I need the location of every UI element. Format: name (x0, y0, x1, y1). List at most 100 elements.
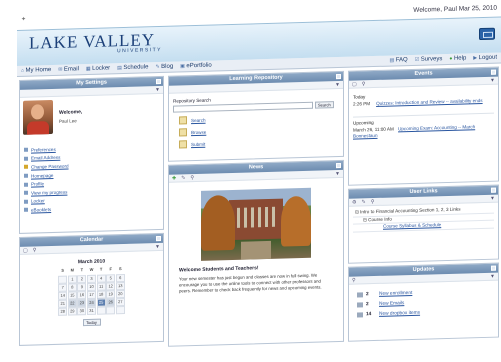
panel-options-icon[interactable] (491, 69, 496, 75)
calendar-date-cell[interactable]: 10 (87, 282, 96, 291)
keyboard-icon[interactable] (479, 27, 495, 41)
nav-item-faq[interactable]: ▤ FAQ (389, 57, 407, 64)
user-name: Paul Lee (59, 118, 77, 124)
calendar-date-cell[interactable]: 22 (67, 299, 77, 308)
calendar-date-cell[interactable]: 6 (115, 274, 125, 282)
nav-item-help[interactable]: ● Help (449, 55, 466, 61)
pin-icon[interactable]: ▼ (490, 195, 495, 201)
calendar-date-cell[interactable]: 21 (58, 299, 68, 308)
panel-options-icon[interactable] (336, 162, 341, 169)
calendar-date-cell[interactable]: 13 (115, 282, 125, 290)
portal-columns: My Settings ▼ Welcome, Paul Lee Preferen… (17, 63, 501, 354)
locker-icon (24, 199, 28, 204)
calendar-date-cell[interactable]: 17 (87, 291, 96, 299)
update-row: 2 New enrollment (357, 289, 494, 298)
update-link[interactable]: New Emails (379, 301, 404, 307)
link-label: View my progress (31, 189, 68, 196)
repository-search-input[interactable] (173, 101, 313, 113)
events-panel: Events ▢ ⚲ ▼ Today 2:26 PM Quizzes: Introd… (348, 66, 499, 186)
nav-item-surveys[interactable]: ☑ Surveys (415, 56, 443, 63)
panel-options-icon[interactable] (156, 235, 161, 242)
nav-item-blog[interactable]: ✎ Blog (155, 64, 173, 70)
nav-item-locker[interactable]: ▦ Locker (86, 65, 110, 72)
calendar-date-cell[interactable]: 12 (106, 282, 116, 291)
search-icon[interactable]: ⚲ (33, 247, 37, 253)
photo-path (241, 240, 271, 260)
calendar-date-cell[interactable]: 20 (115, 290, 125, 299)
calendar-date-cell[interactable]: 3 (87, 274, 96, 283)
repository-item-submit[interactable]: Submit (173, 136, 339, 149)
calendar-date-cell[interactable]: 19 (106, 290, 116, 299)
settings-icon[interactable]: ⚙ (352, 199, 356, 205)
browse-icon (179, 128, 187, 137)
calendar-date-cell[interactable]: 14 (58, 291, 68, 300)
today-button[interactable]: Today (82, 318, 101, 327)
pin-icon[interactable]: ▼ (155, 244, 160, 250)
link-label: Locker (31, 198, 45, 204)
calendar-date-cell[interactable]: 7 (58, 283, 68, 292)
blog-icon: ✎ (155, 64, 160, 71)
panel-options-icon[interactable] (336, 73, 341, 80)
calendar-date-cell[interactable]: 4 (96, 274, 106, 283)
settings-body: Welcome, Paul Lee Preferences Email Addr… (20, 94, 163, 233)
calendar-date-cell[interactable]: 26 (106, 298, 116, 307)
home-icon: ⌂ (21, 67, 25, 74)
calendar-date-cell[interactable]: 9 (77, 283, 87, 292)
panel-options-icon[interactable] (156, 78, 161, 85)
calendar-date-cell[interactable]: 30 (77, 307, 87, 316)
calendar-date-cell[interactable]: 28 (58, 308, 68, 316)
calendar-date-cell[interactable]: 23 (77, 299, 87, 308)
calendar-date-cell[interactable]: 11 (96, 282, 106, 291)
edit-icon[interactable]: ✎ (181, 175, 185, 181)
pin-icon[interactable]: ▼ (490, 77, 495, 83)
calendar-date-cell[interactable]: 29 (67, 307, 77, 316)
calendar-date-cell[interactable]: 25 (96, 298, 106, 307)
logo-subtitle: UNIVERSITY (117, 46, 163, 55)
search-icon[interactable]: ⚲ (190, 175, 194, 181)
calendar-date-cell[interactable]: 31 (87, 307, 96, 316)
calendar-date-cell[interactable]: 8 (67, 283, 77, 292)
help-icon: ● (449, 55, 453, 62)
repository-search-button[interactable]: Search (315, 101, 334, 109)
update-link[interactable]: New dropbox items (379, 311, 420, 317)
calendar-date-cell[interactable]: 15 (67, 291, 77, 300)
add-icon[interactable]: ✚ (172, 175, 176, 181)
calendar-date-cell[interactable]: 27 (115, 298, 125, 307)
link-ebooklets[interactable]: eBooklets (24, 205, 69, 215)
repository-item-search[interactable]: Search (173, 112, 339, 125)
panel-options-icon[interactable] (491, 187, 496, 193)
calendar-date-cell[interactable]: 16 (77, 291, 87, 300)
calendar-date-cell[interactable]: 24 (87, 299, 96, 307)
pin-icon[interactable]: ▼ (490, 273, 495, 279)
pin-icon[interactable]: ▼ (155, 87, 160, 93)
edit-icon[interactable]: ✎ (361, 199, 365, 205)
nav-item-schedule[interactable]: ▤ Schedule (117, 64, 148, 71)
nav-item-logout[interactable]: ▶ Logout (473, 55, 497, 62)
user-link-label: Course Info (368, 216, 392, 222)
nav-item-eportfolio[interactable]: ▣ ePortfolio (180, 63, 212, 70)
settings-icon[interactable]: ▢ (23, 247, 28, 253)
settings-links: Preferences Email Address Change Passwor… (24, 145, 69, 215)
calendar-icon[interactable]: ▢ (352, 81, 357, 87)
enrollment-icon (357, 292, 363, 298)
calendar-date-cell[interactable]: 1 (67, 275, 77, 284)
welcome-text: Welcome, (59, 109, 83, 116)
event-link[interactable]: Quizzes: Introduction and Review -- avai… (376, 98, 482, 107)
pin-icon[interactable]: ▼ (335, 81, 340, 87)
event-time: March 26, 11:00 AM (353, 125, 394, 133)
nav-label: Help (453, 55, 467, 62)
photo-tree-right (281, 195, 311, 247)
nav-item-my-home[interactable]: ⌂ My Home (21, 67, 51, 74)
pin-icon[interactable]: ▼ (335, 170, 340, 176)
search-icon[interactable]: ⚲ (352, 277, 356, 283)
repository-item-browse[interactable]: Browse (173, 124, 339, 137)
calendar-date-cell[interactable]: 2 (77, 275, 87, 283)
calendar-date-cell[interactable]: 5 (106, 274, 116, 283)
events-body: Today 2:26 PM Quizzes: Introduction and … (349, 85, 498, 185)
panel-options-icon[interactable] (491, 265, 496, 271)
update-link[interactable]: New enrollment (379, 291, 412, 297)
nav-item-email[interactable]: ✉ Email (58, 66, 79, 73)
search-icon[interactable]: ⚲ (371, 199, 375, 205)
calendar-date-cell[interactable]: 18 (96, 290, 106, 299)
search-icon[interactable]: ⚲ (362, 81, 366, 87)
